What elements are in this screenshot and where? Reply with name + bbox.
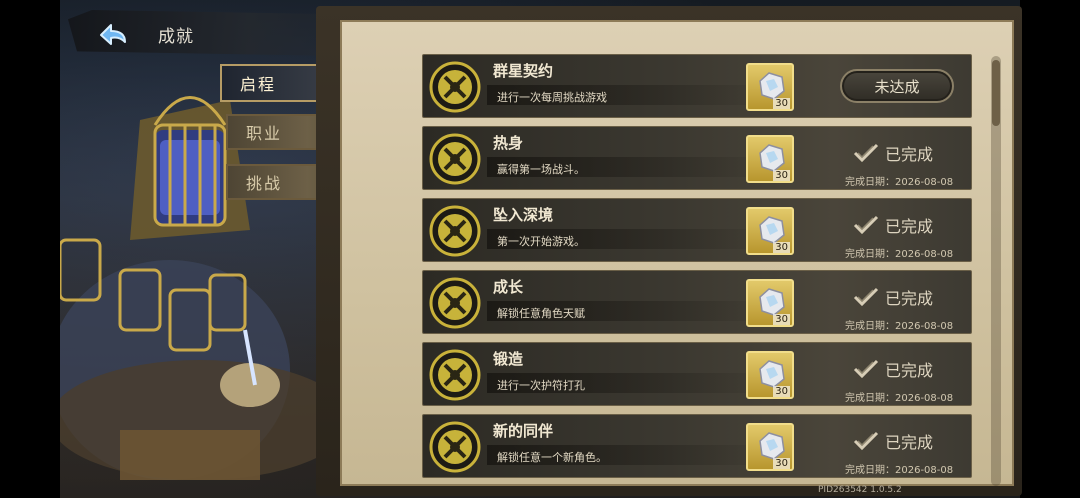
achievement-desc: 进行一次护符打孔 <box>497 379 585 392</box>
achievement-badge-icon <box>429 133 481 185</box>
status-completed: 已完成 <box>853 285 933 309</box>
status-completed: 已完成 <box>853 213 933 237</box>
status-label: 已完成 <box>885 289 934 308</box>
back-arrow-icon <box>100 24 126 45</box>
checkmark-icon <box>853 215 879 235</box>
achievement-badge-icon <box>429 349 481 401</box>
completion-date: 完成日期：2026-08-08 <box>845 321 954 332</box>
reward-count: 30 <box>773 98 790 109</box>
reward-item[interactable]: 30 <box>746 63 794 111</box>
achievement-desc: 解锁任意一个新角色。 <box>497 451 607 464</box>
achievement-row: 群星契约 进行一次每周挑战游戏 30 未达成 <box>422 54 972 118</box>
achievement-row: 新的同伴 解锁任意一个新角色。 30 已完成 完成日期：2026-08-08 <box>422 414 972 478</box>
reward-count: 30 <box>773 386 790 397</box>
checkmark-icon <box>853 143 879 163</box>
achievement-badge-icon <box>429 61 481 113</box>
checkmark-icon <box>853 359 879 379</box>
status-label: 已完成 <box>885 217 934 236</box>
achievement-desc: 解锁任意角色天赋 <box>497 307 585 320</box>
reward-count: 30 <box>773 242 790 253</box>
status-label: 已完成 <box>885 433 934 452</box>
checkmark-icon <box>853 431 879 451</box>
achievement-badge-icon <box>429 421 481 473</box>
achievement-title: 锻造 <box>493 350 524 368</box>
reward-item[interactable]: 30 <box>746 135 794 183</box>
achievement-desc: 赢得第一场战斗。 <box>497 163 585 176</box>
achievement-title: 成长 <box>493 278 524 296</box>
reward-count: 30 <box>773 314 790 325</box>
achievement-title: 坠入深境 <box>493 206 554 224</box>
status-completed: 已完成 <box>853 357 933 381</box>
status-label: 已完成 <box>885 145 934 164</box>
reward-item[interactable]: 30 <box>746 351 794 399</box>
completion-date: 完成日期：2026-08-08 <box>845 465 954 476</box>
letterbox-right <box>1020 0 1080 498</box>
achievement-row: 坠入深境 第一次开始游戏。 30 已完成 完成日期：2026-08-08 <box>422 198 972 262</box>
achievement-desc: 进行一次每周挑战游戏 <box>497 91 607 104</box>
achievement-badge-icon <box>429 205 481 257</box>
achievement-desc: 第一次开始游戏。 <box>497 235 585 248</box>
back-button[interactable] <box>95 18 133 52</box>
status-completed: 已完成 <box>853 429 933 453</box>
achievement-row: 成长 解锁任意角色天赋 30 已完成 完成日期：2026-08-08 <box>422 270 972 334</box>
status-label: 已完成 <box>885 361 934 380</box>
scrollbar-thumb[interactable] <box>992 60 1000 126</box>
character-illustration <box>60 96 350 480</box>
achievement-badge-icon <box>429 277 481 329</box>
completion-date: 完成日期：2026-08-08 <box>845 177 954 188</box>
achievement-row: 锻造 进行一次护符打孔 30 已完成 完成日期：2026-08-08 <box>422 342 972 406</box>
reward-item[interactable]: 30 <box>746 279 794 327</box>
scrollbar[interactable] <box>991 56 1001 486</box>
build-version: PID263542 1.0.5.2 <box>818 485 902 495</box>
page-title: 成就 <box>158 27 194 47</box>
status-completed: 已完成 <box>853 141 933 165</box>
status-not-achieved-button[interactable]: 未达成 <box>840 69 954 103</box>
completion-date: 完成日期：2026-08-08 <box>845 393 954 404</box>
achievement-row: 热身 赢得第一场战斗。 30 已完成 完成日期：2026-08-08 <box>422 126 972 190</box>
achievement-title: 新的同伴 <box>493 422 554 440</box>
reward-count: 30 <box>773 458 790 469</box>
checkmark-icon <box>853 287 879 307</box>
achievement-title: 热身 <box>493 134 524 152</box>
reward-item[interactable]: 30 <box>746 207 794 255</box>
letterbox-left <box>0 0 60 498</box>
achievement-title: 群星契约 <box>493 62 554 80</box>
reward-item[interactable]: 30 <box>746 423 794 471</box>
reward-count: 30 <box>773 170 790 181</box>
completion-date: 完成日期：2026-08-08 <box>845 249 954 260</box>
